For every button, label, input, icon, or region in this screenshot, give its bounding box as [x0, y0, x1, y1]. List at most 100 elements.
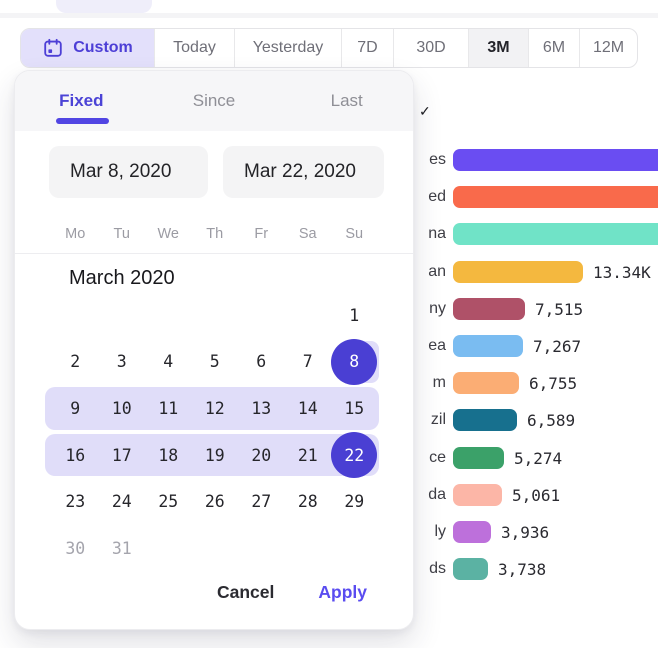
bar-ce[interactable] [453, 447, 504, 469]
tab-last[interactable]: Last [280, 71, 413, 131]
day-cell-5[interactable]: 5 [192, 339, 239, 386]
bar-ea[interactable] [453, 335, 523, 357]
tab-since[interactable]: Since [148, 71, 281, 131]
day-cell-15[interactable]: 15 [331, 385, 378, 432]
range-preset-6m[interactable]: 6M [529, 29, 580, 67]
day-cell-19[interactable]: 19 [192, 432, 239, 479]
range-preset-7d[interactable]: 7D [342, 29, 394, 67]
day-cell-7[interactable]: 7 [285, 339, 332, 386]
range-preset-yesterday[interactable]: Yesterday [235, 29, 342, 67]
bar-value: 7,267 [533, 335, 581, 357]
day-cell-8[interactable]: 8 [331, 339, 378, 386]
range-preset-12m[interactable]: 12M [580, 29, 637, 67]
month-title: March 2020 [69, 267, 175, 290]
bar-label: ce [420, 447, 446, 469]
day-cell-26[interactable]: 26 [192, 478, 239, 525]
bar-ly[interactable] [453, 521, 491, 543]
bar-ed[interactable] [453, 186, 658, 208]
range-preset-label: 7D [357, 39, 377, 57]
day-cell-4[interactable]: 4 [145, 339, 192, 386]
day-cell-23[interactable]: 23 [52, 478, 99, 525]
empty-cell [285, 525, 332, 572]
day-cell-18[interactable]: 18 [145, 432, 192, 479]
bar-na[interactable] [453, 223, 658, 245]
weekday-label: Mo [52, 226, 99, 242]
start-date-input[interactable]: Mar 8, 2020 [49, 146, 208, 198]
chart-row: ly 3,936 [420, 521, 658, 543]
empty-cell [238, 525, 285, 572]
bar-da[interactable] [453, 484, 502, 506]
range-preset-label: 6M [543, 39, 565, 57]
bar-value: 3,738 [498, 558, 546, 580]
bar-value: 13.34K [593, 261, 651, 283]
bar-zil[interactable] [453, 409, 517, 431]
day-cell-14[interactable]: 14 [285, 385, 332, 432]
empty-cell [99, 292, 146, 339]
day-cell-6[interactable]: 6 [238, 339, 285, 386]
range-preset-label: Custom [73, 39, 133, 57]
range-preset-custom[interactable]: Custom [21, 29, 155, 67]
range-preset-3m[interactable]: 3M [469, 29, 529, 67]
range-preset-label: 30D [416, 39, 445, 57]
calendar-week: 9101112131415 [52, 385, 378, 432]
cancel-button[interactable]: Cancel [217, 582, 274, 603]
bar-label: ly [420, 521, 446, 543]
day-cell-13[interactable]: 13 [238, 385, 285, 432]
chart-row: ce 5,274 [420, 447, 658, 469]
weekday-label: We [145, 226, 192, 242]
chart-row: m 6,755 [420, 372, 658, 394]
bar-label: es [420, 149, 446, 171]
range-preset-label: 12M [593, 39, 624, 57]
empty-cell [192, 292, 239, 339]
chart-row: ds 3,738 [420, 558, 658, 580]
empty-cell [145, 292, 192, 339]
bar-es[interactable] [453, 149, 658, 171]
bar-value: 5,274 [514, 447, 562, 469]
day-cell-22[interactable]: 22 [331, 432, 378, 479]
calendar-week: 3031 [52, 525, 378, 572]
range-preset-label: Yesterday [253, 39, 324, 57]
day-cell-30[interactable]: 30 [52, 525, 99, 572]
day-cell-28[interactable]: 28 [285, 478, 332, 525]
day-cell-17[interactable]: 17 [99, 432, 146, 479]
day-cell-29[interactable]: 29 [331, 478, 378, 525]
weekday-label: Sa [285, 226, 332, 242]
weekday-label: Tu [99, 226, 146, 242]
day-cell-2[interactable]: 2 [52, 339, 99, 386]
bar-ny[interactable] [453, 298, 525, 320]
bar-label: ds [420, 558, 446, 580]
day-cell-3[interactable]: 3 [99, 339, 146, 386]
empty-cell [52, 292, 99, 339]
day-cell-25[interactable]: 25 [145, 478, 192, 525]
range-preset-30d[interactable]: 30D [394, 29, 469, 67]
day-cell-11[interactable]: 11 [145, 385, 192, 432]
day-cell-24[interactable]: 24 [99, 478, 146, 525]
day-cell-16[interactable]: 16 [52, 432, 99, 479]
bar-label: ed [420, 186, 446, 208]
day-cell-9[interactable]: 9 [52, 385, 99, 432]
date-picker-popup: FixedSinceLast Mar 8, 2020 Mar 22, 2020 … [14, 70, 414, 630]
chart-row: ed [420, 186, 658, 208]
range-preset-today[interactable]: Today [155, 29, 235, 67]
calendar-week: 16171819202122 [52, 432, 378, 479]
bar-m[interactable] [453, 372, 519, 394]
end-date-input[interactable]: Mar 22, 2020 [223, 146, 384, 198]
day-cell-21[interactable]: 21 [285, 432, 332, 479]
bar-label: m [420, 372, 446, 394]
day-cell-20[interactable]: 20 [238, 432, 285, 479]
bar-an[interactable] [453, 261, 583, 283]
weekday-header: MoTuWeThFrSaSu [52, 226, 378, 242]
day-cell-1[interactable]: 1 [331, 292, 378, 339]
day-cell-10[interactable]: 10 [99, 385, 146, 432]
bar-value: 3,936 [501, 521, 549, 543]
day-cell-27[interactable]: 27 [238, 478, 285, 525]
bar-value: 6,755 [529, 372, 577, 394]
day-cell-31[interactable]: 31 [99, 525, 146, 572]
apply-button[interactable]: Apply [318, 582, 367, 603]
bar-ds[interactable] [453, 558, 488, 580]
bar-value: 5,061 [512, 484, 560, 506]
empty-cell [192, 525, 239, 572]
day-cell-12[interactable]: 12 [192, 385, 239, 432]
date-picker-tabs: FixedSinceLast [15, 71, 413, 131]
weekday-label: Fr [238, 226, 285, 242]
